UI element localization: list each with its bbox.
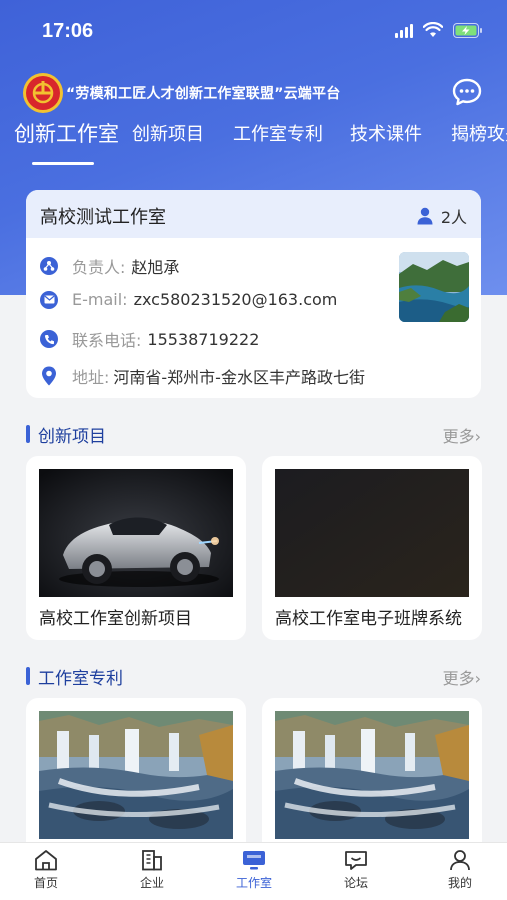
tabbar-item-home[interactable]: 首页 [16, 849, 76, 891]
studio-card-header: 高校测试工作室 2人 [26, 190, 481, 238]
projects-section-title: 创新项目 [38, 427, 106, 447]
tabbar-item-studio[interactable]: 工作室 [224, 849, 284, 891]
more-link-label: 更多 [442, 669, 475, 688]
tab-challenge[interactable]: 揭榜攻关 [451, 120, 507, 146]
active-tab-indicator [32, 162, 94, 165]
tabbar-label: 我的 [447, 876, 472, 890]
email-value[interactable]: zxc580231520@163.com [134, 290, 338, 309]
tabbar-label: 首页 [33, 876, 58, 890]
project-dark-image [275, 469, 469, 597]
bottom-tab-bar: 首页 企业 工作室 论坛 我的 [0, 842, 507, 900]
studio-name: 高校测试工作室 [40, 207, 166, 228]
tabbar-label: 论坛 [343, 876, 368, 890]
project-card-title: 高校工作室创新项目 [39, 609, 192, 629]
phone-row: 联系电话: 15538719222 [40, 327, 259, 351]
category-tabs: 创新工作室 创新项目 工作室专利 技术课件 揭榜攻关 [0, 120, 507, 170]
section-accent-bar [26, 425, 30, 443]
patents-section-header: 工作室专利 更多› [26, 663, 481, 689]
tabbar-item-forum[interactable]: 论坛 [326, 849, 386, 891]
message-icon[interactable] [451, 76, 483, 108]
address-row: 地址: 河南省-郑州市-金水区丰产路政七街 [40, 364, 365, 388]
mail-icon [40, 290, 58, 309]
leader-row: 负责人: 赵旭承 [40, 254, 179, 278]
chevron-right-icon: › [474, 427, 481, 446]
phone-icon [40, 330, 58, 348]
patents-more-link[interactable]: 更多› [443, 665, 481, 689]
projects-section-header: 创新项目 更多› [26, 421, 481, 447]
patent-card[interactable] [262, 698, 482, 858]
wifi-icon [423, 22, 443, 37]
monitor-icon [243, 851, 265, 870]
building-icon [142, 850, 162, 871]
email-label: E-mail: [72, 290, 128, 309]
project-car-image [39, 469, 233, 597]
tab-innovation-projects[interactable]: 创新项目 [132, 120, 204, 146]
leader-label: 负责人: [72, 258, 126, 277]
tab-innovation-studio[interactable]: 创新工作室 [14, 120, 119, 148]
member-count: 2人 [417, 204, 467, 228]
platform-title: “劳模和工匠人才创新工作室联盟”云端平台 [66, 86, 341, 102]
project-card-title: 高校工作室电子班牌系统 [275, 609, 462, 629]
tabbar-label: 工作室 [235, 876, 272, 890]
studio-info-card[interactable]: 高校测试工作室 2人 负责人: 赵旭承 E-mail: zxc580231520… [26, 190, 481, 398]
patent-waterfall-image [39, 711, 233, 839]
home-icon [35, 850, 57, 871]
patents-section-title: 工作室专利 [38, 669, 123, 689]
leader-name: 赵旭承 [131, 258, 180, 277]
person-icon [417, 207, 433, 225]
project-card[interactable]: 高校工作室创新项目 [26, 456, 246, 640]
status-time: 17:06 [42, 20, 94, 42]
status-bar: 17:06 [0, 0, 507, 64]
app-header: “劳模和工匠人才创新工作室联盟”云端平台 [0, 70, 507, 114]
member-count-value: 2人 [440, 208, 467, 227]
address-value: 河南省-郑州市-金水区丰产路政七街 [113, 368, 365, 387]
email-row: E-mail: zxc580231520@163.com [40, 290, 337, 309]
tabbar-item-enterprise[interactable]: 企业 [122, 849, 182, 891]
tab-tech-courseware[interactable]: 技术课件 [350, 120, 422, 146]
projects-more-link[interactable]: 更多› [443, 423, 481, 447]
battery-charging-icon [453, 22, 482, 38]
forum-icon [345, 851, 367, 870]
tab-studio-patents[interactable]: 工作室专利 [233, 120, 323, 146]
org-chart-icon [40, 257, 58, 275]
phone-value[interactable]: 15538719222 [147, 330, 259, 349]
location-pin-icon [40, 366, 58, 386]
cellular-signal-icon [395, 22, 413, 38]
tabbar-item-mine[interactable]: 我的 [430, 849, 490, 891]
section-accent-bar [26, 667, 30, 685]
phone-label: 联系电话: [72, 331, 142, 350]
tabbar-label: 企业 [139, 876, 164, 890]
chevron-right-icon: › [474, 669, 481, 688]
patent-waterfall-image [275, 711, 469, 839]
more-link-label: 更多 [442, 427, 475, 446]
patent-card[interactable] [26, 698, 246, 858]
union-logo-icon [23, 73, 63, 113]
user-icon [450, 850, 470, 871]
studio-photo[interactable] [399, 252, 469, 322]
address-label: 地址: [72, 368, 110, 387]
project-card[interactable]: 高校工作室电子班牌系统 [262, 456, 482, 640]
